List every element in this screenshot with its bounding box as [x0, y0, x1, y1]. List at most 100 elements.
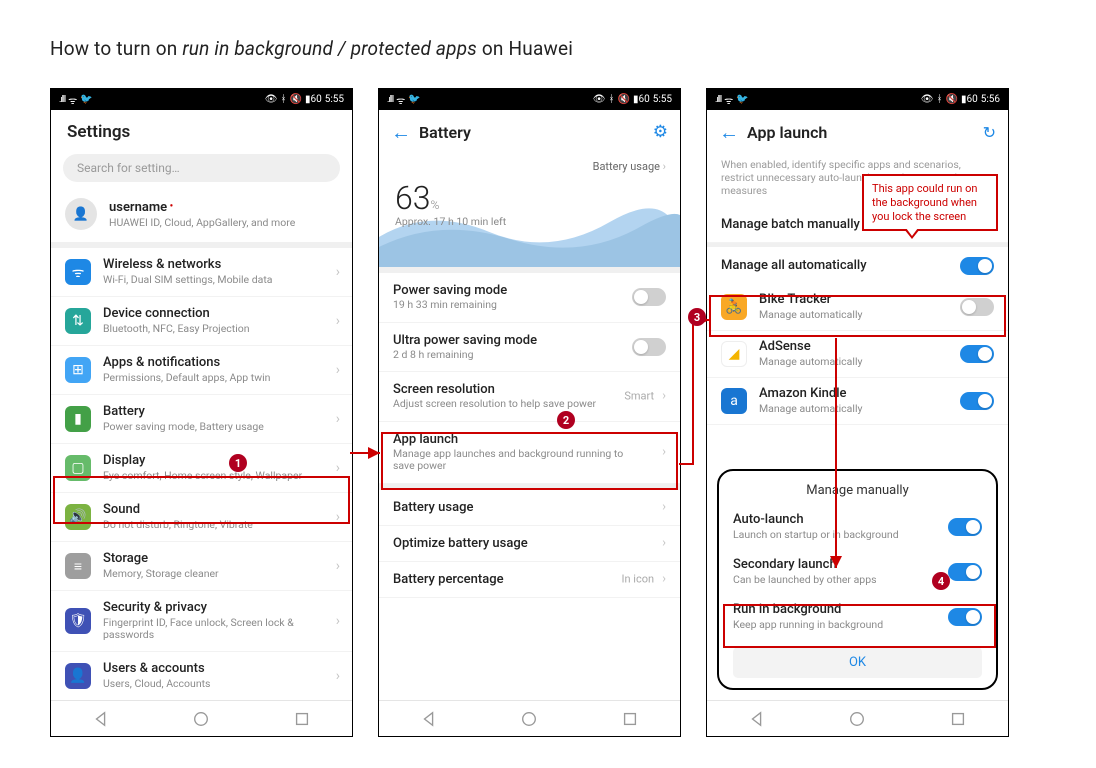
status-bar: .ılllᯤ🐦 👁ᚼ🔇▮605:55 — [51, 89, 352, 110]
settings-item-text: BatteryPower saving mode, Battery usage — [103, 405, 264, 433]
modal-toggle[interactable] — [948, 518, 982, 536]
settings-item-text: Apps & notificationsPermissions, Default… — [103, 356, 270, 384]
battery-percent: 63% — [395, 179, 664, 217]
status-time: 5:56 — [981, 94, 1000, 105]
modal-toggle[interactable] — [948, 563, 982, 581]
battery-item-3[interactable]: App launchManage app launches and backgr… — [379, 422, 680, 484]
settings-item-text: SoundDo not disturb, Ringtone, Vibrate — [103, 503, 253, 531]
wifi-status-icon: ᯤ — [724, 93, 733, 107]
mute-icon: 🔇 — [945, 94, 957, 105]
security-icon: 🛡 — [65, 608, 91, 634]
modal-item-2[interactable]: Run in backgroundKeep app running in bac… — [719, 594, 996, 639]
app-launch-title: App launch — [747, 123, 827, 142]
battery-item-1[interactable]: Ultra power saving mode2 d 8 h remaining — [379, 323, 680, 373]
settings-item-security[interactable]: 🛡 Security & privacyFingerprint ID, Face… — [51, 591, 352, 652]
user-text: username HUAWEI ID, Cloud, AppGallery, a… — [109, 200, 295, 229]
bluetooth-status-icon: ᚼ — [936, 94, 942, 105]
step-badge-1: 1 — [229, 454, 247, 472]
app-text: AdSenseManage automatically — [759, 340, 862, 368]
history-icon[interactable]: ↻ — [983, 123, 996, 142]
eye-icon: 👁 — [921, 94, 934, 105]
app-row-1[interactable]: ◢ AdSenseManage automatically — [707, 331, 1008, 378]
manage-all-toggle[interactable] — [960, 257, 994, 275]
bluetooth-status-icon: ᚼ — [608, 94, 614, 105]
chevron-right-icon: › — [336, 613, 340, 629]
gear-icon[interactable]: ⚙ — [653, 122, 668, 142]
modal-items: Auto-launchLaunch on startup or in backg… — [719, 504, 996, 639]
eye-icon: 👁 — [593, 94, 606, 105]
adsense-icon: ◢ — [721, 341, 747, 367]
nav-recent-button[interactable] — [293, 710, 311, 728]
battery-chart[interactable]: 63% Approx. 17 h 10 min left — [379, 177, 680, 267]
user-account-row[interactable]: 👤 username HUAWEI ID, Cloud, AppGallery,… — [51, 192, 352, 242]
nav-home-button[interactable] — [192, 710, 210, 728]
nav-bar — [51, 700, 352, 736]
settings-item-text: Users & accountsUsers, Cloud, Accounts — [103, 662, 210, 690]
modal-toggle[interactable] — [948, 608, 982, 626]
display-icon: ▢ — [65, 455, 91, 481]
step-badge-4: 4 — [932, 572, 950, 590]
nav-home-button[interactable] — [848, 710, 866, 728]
chevron-right-icon: › — [336, 411, 340, 427]
chevron-right-icon: › — [662, 572, 666, 587]
nav-back-button[interactable] — [748, 710, 766, 728]
username: username — [109, 200, 295, 215]
mute-icon: 🔇 — [289, 94, 301, 105]
toggle[interactable] — [632, 288, 666, 306]
nav-recent-button[interactable] — [621, 710, 639, 728]
battery-item-4[interactable]: Battery usage› — [379, 490, 680, 526]
modal-item-1[interactable]: Secondary launchCan be launched by other… — [719, 549, 996, 594]
battery-item-6[interactable]: Battery percentageIn icon› — [379, 562, 680, 598]
settings-item-battery[interactable]: ▮ BatteryPower saving mode, Battery usag… — [51, 395, 352, 444]
wifi-icon: ᯤ — [65, 259, 91, 285]
nav-back-button[interactable] — [420, 710, 438, 728]
back-arrow-icon[interactable]: ← — [719, 120, 739, 145]
settings-item-wifi[interactable]: ᯤ Wireless & networksWi-Fi, Dual SIM set… — [51, 248, 352, 297]
settings-item-sound[interactable]: 🔊 SoundDo not disturb, Ringtone, Vibrate… — [51, 493, 352, 542]
toggle[interactable] — [632, 338, 666, 356]
modal-item-0[interactable]: Auto-launchLaunch on startup or in backg… — [719, 504, 996, 549]
twitter-icon: 🐦 — [736, 94, 748, 105]
app-row-2[interactable]: a Amazon KindleManage automatically — [707, 378, 1008, 425]
settings-item-storage[interactable]: ≡ StorageMemory, Storage cleaner › — [51, 542, 352, 591]
battery-status: ▮60 — [633, 94, 650, 105]
chevron-right-icon: › — [662, 445, 666, 460]
settings-item-users[interactable]: 👤 Users & accountsUsers, Cloud, Accounts… — [51, 652, 352, 700]
settings-item-display[interactable]: ▢ DisplayEye comfort, Home screen style,… — [51, 444, 352, 493]
battery-item-2[interactable]: Screen resolutionAdjust screen resolutio… — [379, 372, 680, 422]
search-input[interactable]: Search for setting… — [63, 154, 340, 182]
ok-button[interactable]: OK — [733, 647, 982, 678]
battery-item-5[interactable]: Optimize battery usage› — [379, 526, 680, 562]
nav-home-button[interactable] — [520, 710, 538, 728]
twitter-icon: 🐦 — [80, 94, 92, 105]
settings-item-bluetooth[interactable]: ⇅ Device connectionBluetooth, NFC, Easy … — [51, 297, 352, 346]
battery-usage-link[interactable]: Battery usage — [379, 154, 680, 177]
settings-item-apps[interactable]: ⊞ Apps & notificationsPermissions, Defau… — [51, 346, 352, 395]
status-time: 5:55 — [653, 94, 672, 105]
manage-manually-modal: Manage manually Auto-launchLaunch on sta… — [717, 469, 998, 690]
manage-all-row[interactable]: Manage all automatically — [707, 247, 1008, 284]
status-right: 👁ᚼ🔇▮605:55 — [265, 94, 344, 105]
status-bar: .ılllᯤ🐦 👁ᚼ🔇▮605:55 — [379, 89, 680, 110]
app-toggle[interactable] — [960, 392, 994, 410]
settings-header: Settings — [51, 110, 352, 148]
app-launch-header: ← App launch ↻ — [707, 110, 1008, 154]
battery-title: Battery — [419, 123, 471, 142]
battery-item-0[interactable]: Power saving mode19 h 33 min remaining — [379, 273, 680, 323]
app-toggle[interactable] — [960, 345, 994, 363]
nav-bar — [379, 700, 680, 736]
back-arrow-icon[interactable]: ← — [391, 120, 411, 145]
phones-container: .ılllᯤ🐦 👁ᚼ🔇▮605:55 Settings Search for s… — [50, 88, 1046, 737]
app-row-0[interactable]: 🚴 BIke TrackerManage automatically — [707, 284, 1008, 331]
step-badge-3: 3 — [688, 308, 706, 326]
chevron-right-icon: › — [662, 536, 666, 551]
app-toggle[interactable] — [960, 298, 994, 316]
avatar-icon: 👤 — [65, 198, 97, 230]
nav-back-button[interactable] — [92, 710, 110, 728]
wifi-status-icon: ᯤ — [68, 93, 77, 107]
settings-item-text: Security & privacyFingerprint ID, Face u… — [103, 601, 338, 641]
chevron-right-icon: › — [336, 313, 340, 329]
nav-recent-button[interactable] — [949, 710, 967, 728]
page-title: How to turn on run in background / prote… — [50, 37, 1046, 60]
status-bar: .ılllᯤ🐦 👁ᚼ🔇▮605:56 — [707, 89, 1008, 110]
